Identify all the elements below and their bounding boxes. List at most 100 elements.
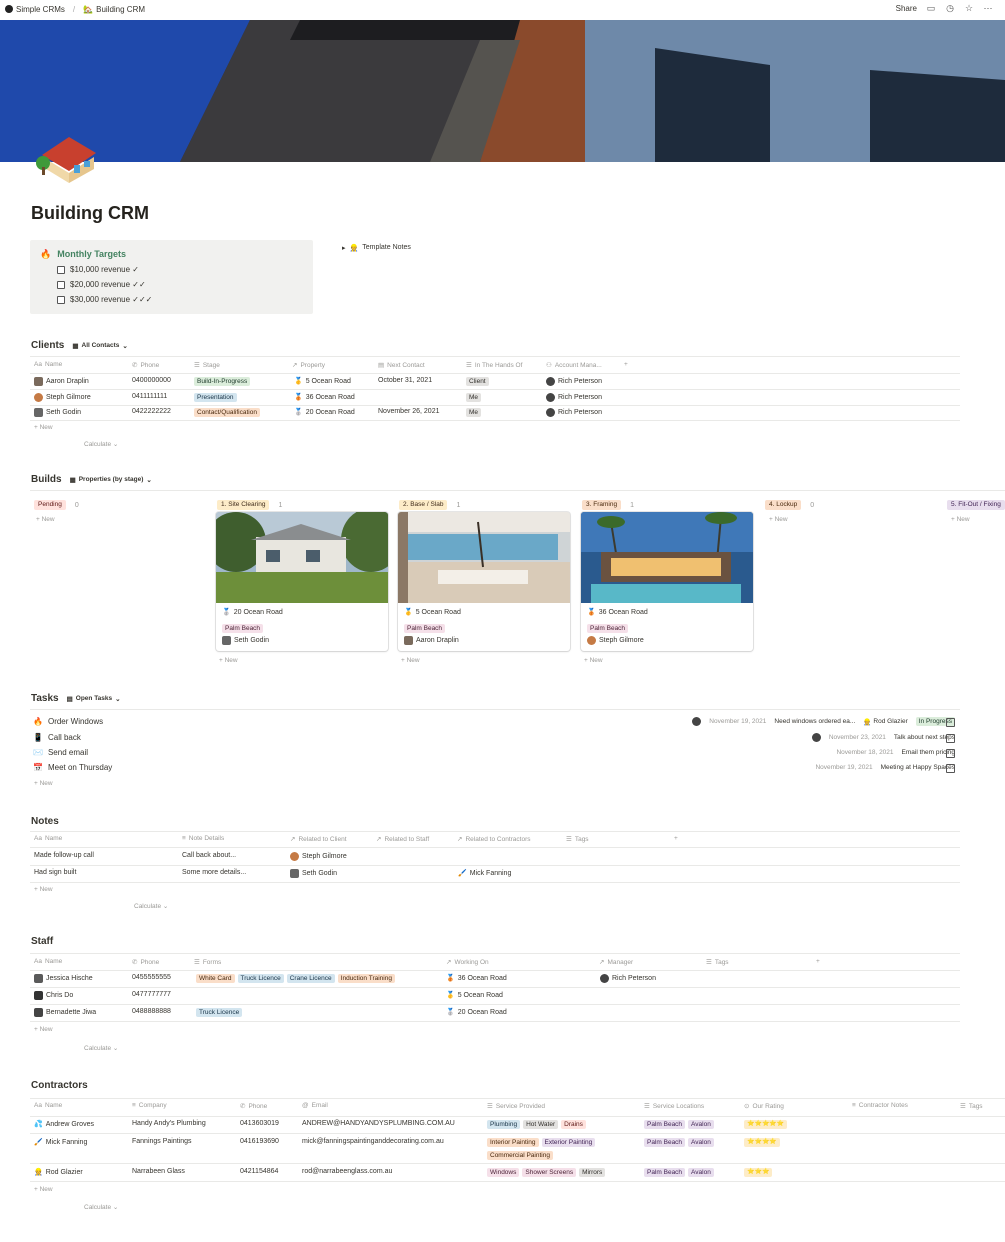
tasks-new-button[interactable]: + New	[34, 780, 53, 787]
working-on-link[interactable]: 🥇 5 Ocean Road	[446, 991, 503, 1000]
manager-cell[interactable]: Rich Peterson	[546, 408, 602, 417]
task-row[interactable]: 📱 Call back	[33, 733, 81, 742]
task-checkbox[interactable]	[946, 764, 955, 773]
rating-tag[interactable]: ⭐⭐⭐	[744, 1168, 773, 1177]
staff-phone[interactable]: 0455555555	[132, 974, 171, 981]
board-new-button[interactable]: + New	[219, 657, 238, 664]
services-cell-overflow[interactable]: Commercial Painting	[487, 1151, 553, 1160]
column-header[interactable]: Aa Name	[34, 958, 62, 965]
column-header[interactable]: ✆ Phone	[240, 1102, 267, 1111]
note-details[interactable]: Call back about...	[182, 852, 236, 859]
staff-calculate-button[interactable]: Calculate ⌄	[84, 1044, 118, 1052]
column-header[interactable]: ✆ Phone	[132, 361, 159, 370]
hands-tag[interactable]: Me	[466, 393, 482, 402]
template-notes-toggle[interactable]: ▸ 👷 Template Notes	[342, 244, 411, 252]
rating-tag[interactable]: ⭐⭐⭐⭐⭐	[744, 1120, 788, 1129]
star-icon[interactable]: ☆	[964, 3, 974, 13]
forms-cell[interactable]: Truck Licence	[196, 1008, 243, 1017]
task-row[interactable]: 📅 Meet on Thursday	[33, 763, 112, 772]
board-column-header-fit-out[interactable]: 5. Fit-Out / Fixing	[947, 500, 1005, 510]
column-header[interactable]: Aa Name	[34, 835, 62, 842]
builds-view-selector[interactable]: ▦ Properties (by stage) ⌄	[70, 476, 152, 484]
manager-cell[interactable]: Rich Peterson	[546, 393, 602, 402]
hands-tag[interactable]: Me	[466, 408, 482, 417]
column-header[interactable]: ☰ Tags	[566, 835, 589, 844]
locations-cell[interactable]: Palm Beach Avalon	[644, 1168, 714, 1177]
contractors-calculate-button[interactable]: Calculate ⌄	[84, 1203, 118, 1211]
clients-calculate-button[interactable]: Calculate ⌄	[84, 440, 118, 448]
client-name-cell[interactable]: Aaron Draplin	[34, 377, 89, 386]
task-checkbox[interactable]	[946, 718, 955, 727]
locations-cell[interactable]: Palm Beach Avalon	[644, 1120, 714, 1129]
staff-name-cell[interactable]: Bernadette Jiwa	[34, 1008, 96, 1017]
staff-phone[interactable]: 0477777777	[132, 991, 171, 998]
contractors-new-button[interactable]: + New	[34, 1186, 53, 1193]
add-column-icon[interactable]: +	[674, 835, 678, 842]
contractor-phone[interactable]: 0416193690	[240, 1138, 279, 1145]
next-contact-date[interactable]: October 31, 2021	[378, 377, 432, 384]
board-new-button[interactable]: + New	[401, 657, 420, 664]
board-column-header-pending[interactable]: Pending 0	[34, 500, 79, 510]
contractor-email[interactable]: rod@narrabeenglass.com.au	[302, 1168, 392, 1175]
contractor-name-cell[interactable]: 💦 Andrew Groves	[34, 1120, 94, 1129]
hands-tag[interactable]: Client	[466, 377, 489, 386]
column-header[interactable]: ≡ Contractor Notes	[852, 1102, 908, 1109]
column-header[interactable]: ▤ Next Contact	[378, 361, 425, 370]
task-row[interactable]: 🔥 Order Windows	[33, 717, 103, 726]
column-header[interactable]: ↗ Related to Staff	[376, 835, 429, 844]
column-header[interactable]: ↗ Related to Contractors	[457, 835, 531, 844]
column-header[interactable]: Aa Name	[34, 1102, 62, 1109]
working-on-link[interactable]: 🥉 36 Ocean Road	[446, 974, 507, 983]
column-header[interactable]: ☰ Stage	[194, 361, 220, 370]
board-column-header-framing[interactable]: 3. Framing 1	[582, 500, 634, 510]
client-phone[interactable]: 0422222222	[132, 408, 171, 415]
breadcrumb-page[interactable]: Building CRM	[96, 5, 145, 14]
more-icon[interactable]: ⋯	[983, 3, 993, 13]
add-column-icon[interactable]: +	[624, 361, 628, 368]
staff-name-cell[interactable]: Chris Do	[34, 991, 73, 1000]
column-header[interactable]: ↗ Working On	[446, 958, 489, 967]
column-header[interactable]: Aa Name	[34, 361, 62, 368]
rating-tag[interactable]: ⭐⭐⭐⭐	[744, 1138, 780, 1147]
notes-new-button[interactable]: + New	[34, 886, 53, 893]
contractor-company[interactable]: Handy Andy's Plumbing	[132, 1120, 206, 1127]
board-new-button[interactable]: + New	[584, 657, 603, 664]
column-header[interactable]: @ Email	[302, 1102, 328, 1109]
note-client[interactable]: Seth Godin	[290, 869, 337, 878]
note-details[interactable]: Some more details...	[182, 869, 246, 876]
staff-phone[interactable]: 0488888888	[132, 1008, 171, 1015]
column-header[interactable]: ⚇ Account Mana...	[546, 361, 602, 370]
column-header[interactable]: ↗ Related to Client	[290, 835, 347, 844]
locations-cell[interactable]: Palm Beach Avalon	[644, 1138, 714, 1147]
breadcrumb-root[interactable]: Simple CRMs	[16, 5, 65, 14]
next-contact-date[interactable]: November 26, 2021	[378, 408, 439, 415]
note-name[interactable]: Made follow-up call	[34, 852, 94, 859]
page-house-icon[interactable]	[34, 129, 104, 185]
client-phone[interactable]: 0400000000	[132, 377, 171, 384]
checkbox[interactable]	[57, 265, 65, 274]
column-header[interactable]: ☰ Tags	[706, 958, 729, 967]
add-column-icon[interactable]: +	[816, 958, 820, 965]
board-column-header-lockup[interactable]: 4. Lockup 0	[765, 500, 814, 510]
column-header[interactable]: ☰ Tags	[960, 1102, 983, 1111]
board-card[interactable]: 🥉 36 Ocean Road Palm Beach Steph Gilmore	[581, 512, 753, 651]
contractor-company[interactable]: Narrabeen Glass	[132, 1168, 185, 1175]
property-link[interactable]: 🥇 5 Ocean Road	[294, 377, 351, 386]
board-card[interactable]: 🥇 5 Ocean Road Palm Beach Aaron Draplin	[398, 512, 570, 651]
column-header[interactable]: ≡ Note Details	[182, 835, 224, 842]
tasks-view-selector[interactable]: ▤ Open Tasks ⌄	[67, 695, 121, 703]
contractor-name-cell[interactable]: 🖌️ Mick Fanning	[34, 1138, 87, 1147]
task-row[interactable]: ✉️ Send email	[33, 748, 88, 757]
contractor-name-cell[interactable]: 👷 Rod Glazier	[34, 1168, 83, 1177]
checkbox[interactable]	[57, 280, 65, 289]
staff-new-button[interactable]: + New	[34, 1026, 53, 1033]
column-header[interactable]: ✆ Phone	[132, 958, 159, 967]
manager-cell[interactable]: Rich Peterson	[600, 974, 656, 983]
comment-icon[interactable]: ▭	[926, 3, 936, 13]
services-cell[interactable]: Windows Shower Screens Mirrors	[487, 1168, 606, 1177]
checkbox[interactable]	[57, 295, 65, 304]
column-header[interactable]: ☰ Forms	[194, 958, 221, 967]
client-name-cell[interactable]: Seth Godin	[34, 408, 81, 417]
contractor-email[interactable]: ANDREW@HANDYANDYSPLUMBING.COM.AU	[302, 1120, 455, 1127]
services-cell[interactable]: Plumbing Hot Water Drains	[487, 1120, 586, 1129]
